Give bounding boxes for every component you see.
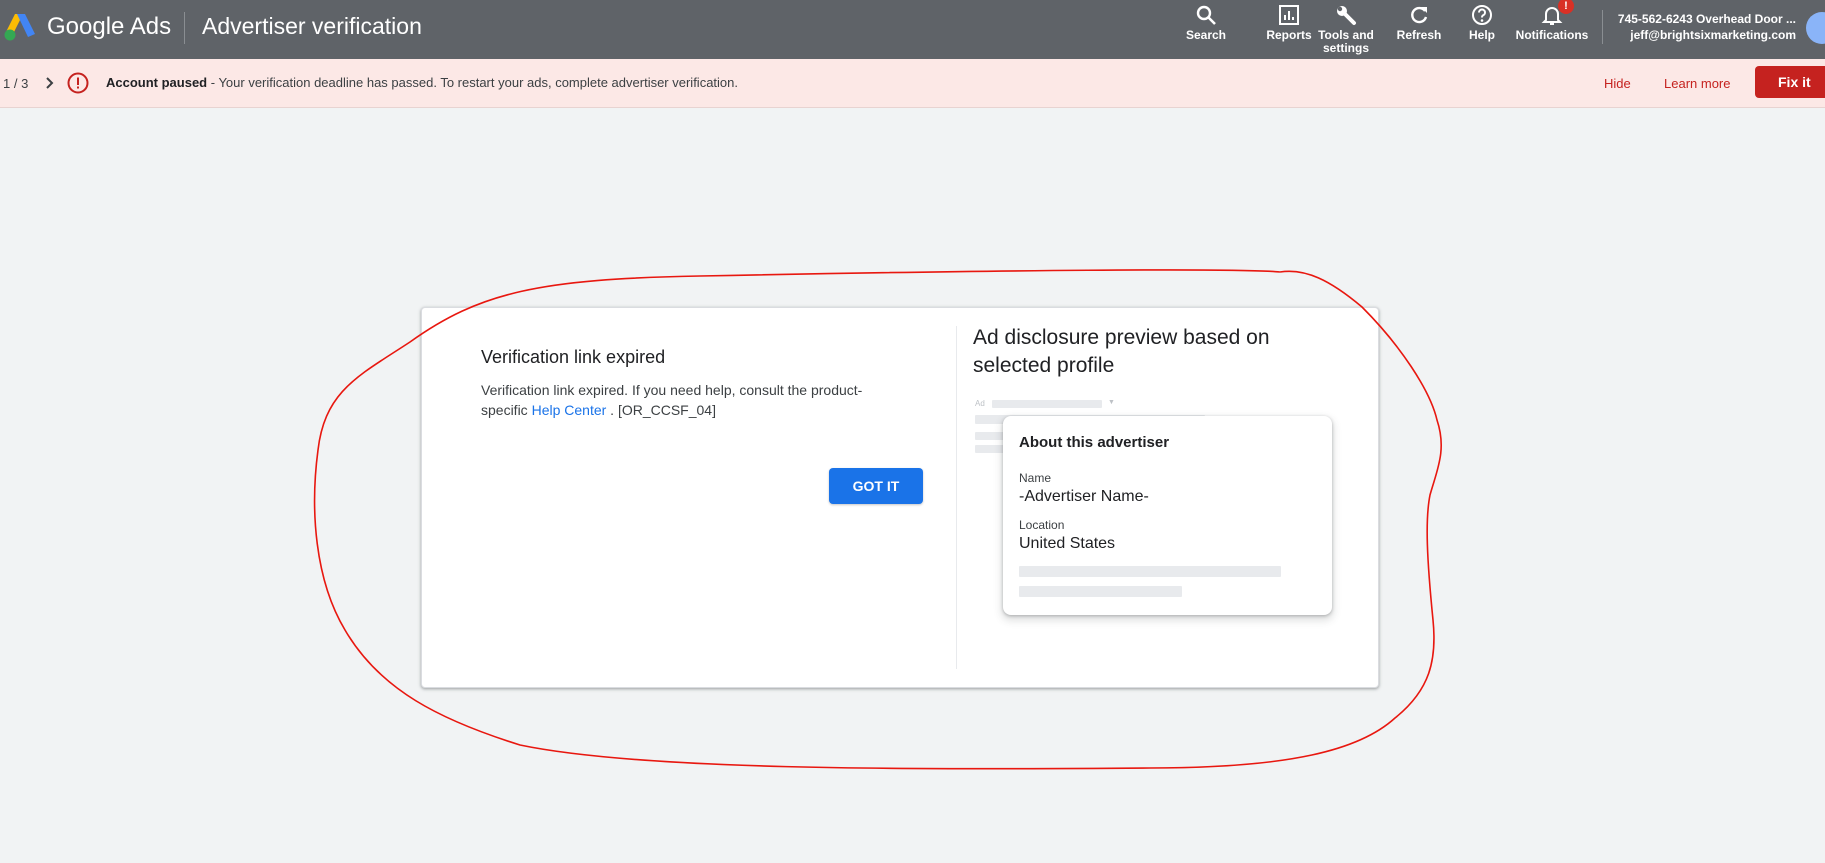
- location-label: Location: [1019, 518, 1065, 532]
- search-label: Search: [1185, 28, 1227, 42]
- refresh-button[interactable]: Refresh: [1395, 2, 1443, 58]
- notification-badge: !: [1558, 0, 1574, 14]
- ad-url-placeholder: [992, 400, 1102, 408]
- about-text-placeholder: [1019, 566, 1281, 577]
- about-advertiser-title: About this advertiser: [1019, 434, 1170, 451]
- ad-text-placeholder: [975, 445, 1005, 453]
- help-icon: [1472, 5, 1492, 25]
- notifications-button[interactable]: ! Notifications: [1512, 0, 1592, 58]
- error-title: Verification link expired: [481, 347, 666, 367]
- account-paused-banner: 1 / 3 Account paused - Your verification…: [0, 59, 1825, 108]
- banner-status-label: Account paused: [106, 75, 208, 90]
- error-code-text: . [OR_CCSF_04]: [606, 402, 716, 418]
- banner-message-text: - Your verification deadline has passed.…: [207, 75, 738, 90]
- fix-it-button[interactable]: Fix it: [1755, 66, 1825, 98]
- ad-label: Ad: [975, 399, 985, 408]
- preview-title: Ad disclosure preview based on selected …: [973, 326, 1270, 377]
- tools-and-settings-label: Tools and settings: [1318, 28, 1374, 55]
- about-advertiser-card: About this advertiser Name -Advertiser N…: [1003, 416, 1332, 615]
- tools-and-settings-button[interactable]: Tools and settings: [1316, 2, 1376, 58]
- page-title: Advertiser verification: [202, 13, 422, 39]
- name-value: -Advertiser Name-: [1019, 488, 1149, 505]
- help-label: Help: [1468, 28, 1495, 42]
- chevron-right-icon[interactable]: [42, 74, 58, 92]
- error-message: Verification link expired. If you need h…: [481, 380, 891, 420]
- learn-more-link[interactable]: Learn more: [1664, 76, 1730, 91]
- help-center-link[interactable]: Help Center: [532, 402, 607, 418]
- reports-label: Reports: [1266, 28, 1312, 42]
- wrench-icon: [1337, 6, 1356, 25]
- got-it-button[interactable]: GOT IT: [829, 468, 923, 504]
- notifications-label: Notifications: [1515, 28, 1589, 42]
- banner-pager: 1 / 3: [3, 76, 29, 91]
- product-name: Google Ads: [47, 13, 172, 40]
- banner-message: Account paused - Your verification deadl…: [106, 75, 738, 90]
- about-text-placeholder: [1019, 586, 1182, 597]
- google-ads-logo[interactable]: [4, 12, 36, 42]
- google-ads-logo-icon: [4, 14, 35, 41]
- title-divider: [184, 12, 185, 44]
- search-button[interactable]: Search: [1186, 2, 1226, 58]
- caret-down-icon: ▼: [1108, 399, 1115, 406]
- account-name: 745-562-6243 Overhead Door ...: [1617, 12, 1796, 26]
- refresh-icon: [1411, 6, 1428, 24]
- search-icon: [1196, 5, 1216, 25]
- location-value: United States: [1019, 535, 1116, 552]
- avatar[interactable]: [1806, 12, 1825, 44]
- error-icon: [67, 72, 89, 94]
- reports-button[interactable]: Reports: [1265, 2, 1313, 58]
- top-app-bar: Google Ads Advertiser verification Searc…: [0, 0, 1825, 59]
- verification-card: Verification link expired Verification l…: [421, 307, 1379, 688]
- account-email: jeff@brightsixmarketing.com: [1630, 28, 1796, 42]
- account-switcher[interactable]: 745-562-6243 Overhead Door ... jeff@brig…: [1612, 11, 1796, 43]
- help-button[interactable]: Help: [1464, 2, 1500, 58]
- refresh-label: Refresh: [1396, 28, 1442, 42]
- account-divider: [1602, 10, 1603, 44]
- card-divider: [956, 326, 957, 669]
- hide-link[interactable]: Hide: [1604, 76, 1631, 91]
- name-label: Name: [1019, 471, 1052, 485]
- reports-icon: [1279, 5, 1299, 25]
